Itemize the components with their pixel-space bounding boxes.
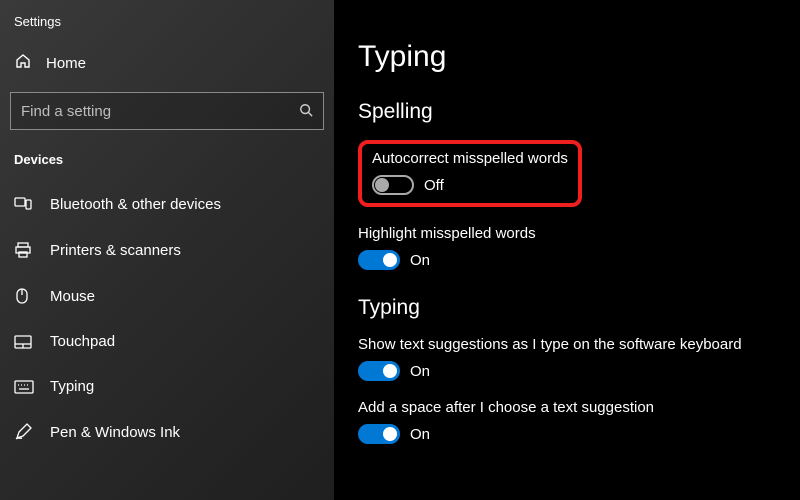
search-input[interactable] [21,103,299,120]
nav-item-touchpad[interactable]: Touchpad [0,319,334,364]
touchpad-icon [14,335,34,349]
setting-autocorrect: Autocorrect misspelled words Off [358,140,776,207]
search-icon [299,103,313,120]
nav-item-printers[interactable]: Printers & scanners [0,227,334,273]
pen-icon [14,423,34,441]
setting-label: Show text suggestions as I type on the s… [358,336,776,353]
toggle-text-suggestions[interactable] [358,361,400,381]
page-title: Typing [358,40,776,74]
mouse-icon [14,287,34,305]
nav-item-typing[interactable]: Typing [0,364,334,409]
devices-icon [14,195,34,213]
main-content: Typing Spelling Autocorrect misspelled w… [334,0,800,500]
setting-text-suggestions: Show text suggestions as I type on the s… [358,336,776,381]
toggle-highlight-misspelled[interactable] [358,250,400,270]
search-box[interactable] [10,92,324,130]
nav-label: Mouse [50,288,95,305]
spelling-heading: Spelling [358,100,776,124]
typing-heading: Typing [358,296,776,320]
nav-label: Pen & Windows Ink [50,424,180,441]
setting-highlight-misspelled: Highlight misspelled words On [358,225,776,270]
printer-icon [14,241,34,259]
nav-item-pen[interactable]: Pen & Windows Ink [0,409,334,455]
section-label: Devices [0,148,334,181]
nav-label: Touchpad [50,333,115,350]
home-label: Home [46,55,86,72]
setting-label: Autocorrect misspelled words [372,150,568,167]
toggle-state: Off [424,177,444,194]
toggle-state: On [410,426,430,443]
home-link[interactable]: Home [0,43,334,84]
nav-item-mouse[interactable]: Mouse [0,273,334,319]
toggle-add-space[interactable] [358,424,400,444]
toggle-state: On [410,252,430,269]
setting-label: Highlight misspelled words [358,225,776,242]
nav-label: Printers & scanners [50,242,181,259]
keyboard-icon [14,380,34,394]
app-title: Settings [0,10,334,43]
toggle-autocorrect[interactable] [372,175,414,195]
sidebar: Settings Home Devices Bluetooth & other … [0,0,334,500]
nav-label: Bluetooth & other devices [50,196,221,213]
nav-label: Typing [50,378,94,395]
nav-item-bluetooth[interactable]: Bluetooth & other devices [0,181,334,227]
home-icon [14,53,32,74]
annotation-highlight: Autocorrect misspelled words Off [358,140,582,207]
toggle-state: On [410,363,430,380]
setting-label: Add a space after I choose a text sugges… [358,399,776,416]
setting-add-space: Add a space after I choose a text sugges… [358,399,776,444]
